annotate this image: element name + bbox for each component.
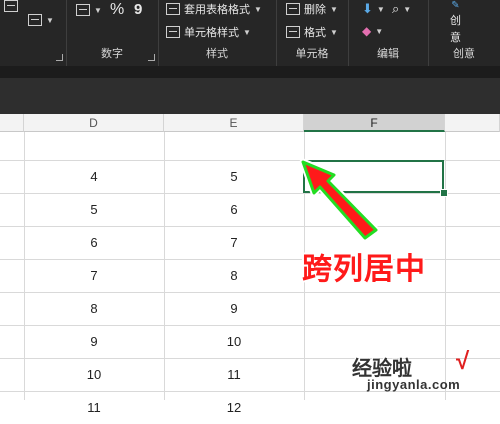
cell-e3[interactable]: 6 [164, 194, 304, 226]
group-label-cells: 单元格 [295, 48, 329, 60]
ribbon-collapse-strip [0, 66, 500, 78]
cell-d3[interactable]: 5 [24, 194, 164, 226]
ribbon-group-cells: 删除 ▼ 格式 ▼ 单元格 [276, 0, 349, 66]
cell-e5[interactable]: 8 [164, 260, 304, 292]
cell-d5[interactable]: 7 [24, 260, 164, 292]
annotation-arrow-icon [299, 158, 380, 242]
currency-icon [76, 4, 90, 16]
column-header-f[interactable]: F [304, 114, 445, 132]
ideas-icon: ✎ [451, 0, 460, 11]
ribbon: ▼ ▼ % 9 数字 套用表格格式 ▼ 单元格样式 ▼ 样式 删除 ▼ 格式 ▼… [0, 0, 500, 66]
table-icon [166, 3, 180, 15]
chevron-down-icon: ▼ [375, 26, 384, 36]
dialog-launcher-icon[interactable] [56, 54, 63, 61]
clear-button[interactable]: ◆ ▼ [362, 24, 383, 38]
format-icon [286, 26, 300, 38]
chevron-down-icon: ▼ [94, 5, 102, 15]
format-button[interactable]: 格式 ▼ [286, 24, 338, 40]
watermark-url: jingyanla.com [367, 377, 461, 392]
cell-d7[interactable]: 9 [24, 326, 164, 358]
column-header-d[interactable]: D [24, 114, 164, 132]
cell-d2[interactable]: 4 [24, 161, 164, 193]
checkmark-icon: √ [456, 348, 470, 375]
cell-d8[interactable]: 10 [24, 359, 164, 391]
ribbon-group-ideas: ✎ 创 意 创意 [428, 0, 500, 66]
chevron-down-icon: ▼ [330, 4, 338, 14]
group-label-styles: 样式 [206, 48, 228, 60]
column-header-g[interactable] [445, 114, 500, 132]
group-label-number: 数字 [101, 48, 123, 60]
merge-cells-icon [28, 14, 42, 26]
align-button[interactable] [4, 0, 18, 12]
eraser-icon: ◆ [362, 24, 372, 38]
ribbon-group-number: ▼ % 9 数字 [66, 0, 159, 66]
chevron-down-icon: ▼ [46, 15, 54, 25]
chevron-down-icon: ▼ [330, 27, 338, 37]
cell-d9[interactable]: 11 [24, 392, 164, 424]
align-icon [4, 0, 18, 12]
format-as-table-label: 套用表格格式 [184, 4, 250, 16]
comma-style-button[interactable]: 9 [134, 1, 142, 18]
group-label-editing: 编辑 [377, 48, 399, 60]
ribbon-group-styles: 套用表格格式 ▼ 单元格样式 ▼ 样式 [158, 0, 277, 66]
ideas-label-line1: 创 [450, 15, 461, 27]
format-label: 格式 [304, 27, 326, 39]
comma-icon: 9 [134, 1, 143, 18]
percent-style-button[interactable]: % [110, 1, 124, 19]
fill-button[interactable]: ⬇ ▼ [362, 1, 385, 17]
cell-e9[interactable]: 12 [164, 392, 304, 424]
chevron-down-icon: ▼ [376, 4, 385, 14]
chevron-down-icon: ▼ [254, 4, 262, 14]
cell-e7[interactable]: 10 [164, 326, 304, 358]
cell-d6[interactable]: 8 [24, 293, 164, 325]
chevron-down-icon: ▼ [403, 4, 412, 14]
fill-down-icon: ⬇ [362, 1, 373, 16]
column-header-e[interactable]: E [164, 114, 304, 132]
delete-cells-icon [286, 3, 300, 15]
column-header-partial[interactable] [0, 114, 24, 132]
cell-styles-button[interactable]: 单元格样式 ▼ [166, 24, 251, 40]
dialog-launcher-icon[interactable] [148, 54, 155, 61]
find-button[interactable]: ⌕ ▼ [392, 1, 411, 17]
chevron-down-icon: ▼ [243, 27, 251, 37]
search-icon: ⌕ [392, 1, 400, 16]
ribbon-group-alignment: ▼ [0, 0, 67, 66]
formula-bar-area [0, 78, 500, 114]
group-label-ideas: 创意 [453, 48, 475, 60]
cell-e4[interactable]: 7 [164, 227, 304, 259]
cell-e8[interactable]: 11 [164, 359, 304, 391]
currency-format-button[interactable]: ▼ [76, 4, 102, 16]
cell-e6[interactable]: 9 [164, 293, 304, 325]
fill-handle[interactable] [440, 189, 448, 197]
gridline [445, 132, 446, 400]
cell-styles-label: 单元格样式 [184, 27, 239, 39]
ideas-button[interactable]: ✎ 创 意 [450, 0, 461, 45]
delete-label: 删除 [304, 4, 326, 16]
cell-style-icon [166, 26, 180, 38]
merge-button[interactable]: ▼ [28, 14, 54, 26]
delete-button[interactable]: 删除 ▼ [286, 1, 338, 17]
cell-d4[interactable]: 6 [24, 227, 164, 259]
percent-icon: % [110, 1, 125, 18]
ribbon-group-editing: ⬇ ▼ ⌕ ▼ ◆ ▼ 编辑 [348, 0, 429, 66]
ideas-label-line2: 意 [450, 32, 461, 44]
format-as-table-button[interactable]: 套用表格格式 ▼ [166, 1, 262, 17]
cell-e2[interactable]: 5 [164, 161, 304, 193]
annotation-label: 跨列居中 [302, 252, 426, 287]
